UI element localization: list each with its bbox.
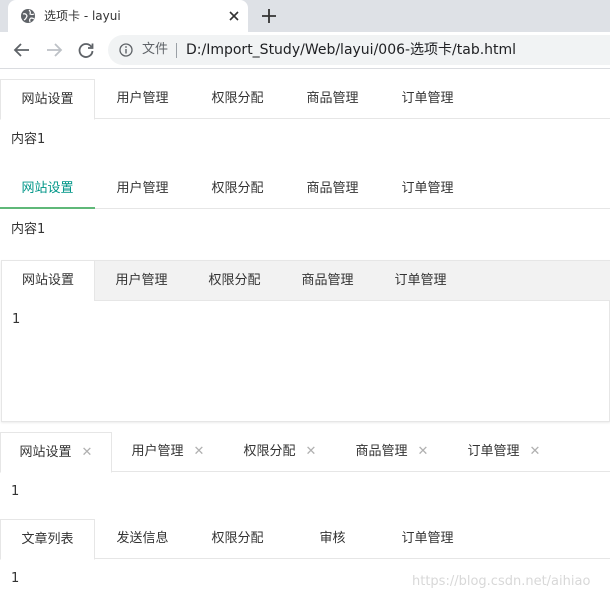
tabs-card-bar: 网站设置 用户管理 权限分配 商品管理 订单管理 (2, 261, 610, 301)
address-bar[interactable]: 文件 D:/Import_Study/Web/layui/006-选项卡/tab… (108, 35, 610, 65)
tab-default-item-3[interactable]: 商品管理 (285, 79, 380, 119)
tab-brief-item-4[interactable]: 订单管理 (380, 169, 475, 209)
tab-articles-item-4[interactable]: 订单管理 (380, 519, 475, 559)
tabs-default-bar: 网站设置 用户管理 权限分配 商品管理 订单管理 (0, 79, 610, 120)
tab-close-icon[interactable]: ✕ (530, 432, 541, 472)
tab-label: 网站设置 (19, 445, 72, 460)
tab-label: 网站设置 (21, 273, 74, 288)
tab-closable-item-2[interactable]: 权限分配 ✕ (224, 432, 336, 472)
tab-card-item-1[interactable]: 用户管理 (95, 261, 188, 301)
tab-label: 用户管理 (116, 91, 169, 106)
tab-label: 订单管理 (401, 91, 454, 106)
tab-card-item-0[interactable]: 网站设置 (2, 261, 95, 301)
browser-toolbar: 文件 D:/Import_Study/Web/layui/006-选项卡/tab… (0, 32, 610, 69)
tabs-brief-content: 内容1 (11, 222, 46, 237)
tab-card-item-2[interactable]: 权限分配 (188, 261, 281, 301)
tab-label: 订单管理 (401, 181, 454, 196)
tab-card-item-4[interactable]: 订单管理 (374, 261, 467, 301)
tab-label: 商品管理 (301, 273, 354, 288)
tab-close-icon[interactable]: ✕ (418, 432, 429, 472)
tab-label: 订单管理 (394, 273, 447, 288)
scheme-label: 文件 (142, 42, 169, 57)
back-arrow-icon[interactable] (13, 41, 31, 59)
tab-articles-item-1[interactable]: 发送信息 (95, 519, 190, 559)
tab-label: 商品管理 (306, 91, 359, 106)
tab-label: 网站设置 (21, 92, 74, 107)
tab-label: 用户管理 (115, 273, 168, 288)
tab-close-icon[interactable]: ✕ (82, 433, 93, 473)
tab-label: 权限分配 (211, 531, 264, 546)
tab-label: 权限分配 (243, 444, 296, 459)
tab-card-item-3[interactable]: 商品管理 (281, 261, 374, 301)
tabs-default-content: 内容1 (11, 132, 46, 147)
globe-icon (21, 9, 35, 23)
tab-default-item-4[interactable]: 订单管理 (380, 79, 475, 119)
tab-brief-item-0[interactable]: 网站设置 (0, 169, 95, 209)
info-icon[interactable] (119, 43, 133, 57)
tab-label: 订单管理 (467, 444, 520, 459)
tab-label: 用户管理 (131, 444, 184, 459)
browser-tab-title: 选项卡 - layui (44, 9, 121, 23)
tab-brief-item-3[interactable]: 商品管理 (285, 169, 380, 209)
tabs-card: 网站设置 用户管理 权限分配 商品管理 订单管理 1 (1, 260, 610, 422)
url-text[interactable]: D:/Import_Study/Web/layui/006-选项卡/tab.ht… (186, 41, 516, 59)
tab-default-item-2[interactable]: 权限分配 (190, 79, 285, 119)
tab-label: 商品管理 (306, 181, 359, 196)
tab-articles-item-3[interactable]: 审核 (285, 519, 380, 559)
address-separator (176, 43, 177, 58)
tab-label: 网站设置 (21, 181, 74, 196)
tabs-card-content: 1 (12, 312, 21, 327)
tab-label: 权限分配 (208, 273, 261, 288)
tabs-brief-bar: 网站设置 用户管理 权限分配 商品管理 订单管理 (0, 169, 610, 209)
tab-default-item-0[interactable]: 网站设置 (0, 79, 95, 120)
tab-closable-item-1[interactable]: 用户管理 ✕ (112, 432, 224, 472)
new-tab-icon[interactable] (260, 7, 278, 25)
tab-label: 权限分配 (211, 181, 264, 196)
tab-closable-item-0[interactable]: 网站设置 ✕ (0, 432, 112, 473)
tab-label: 用户管理 (116, 181, 169, 196)
reload-icon[interactable] (77, 41, 95, 59)
tabs-articles-content: 1 (11, 571, 20, 586)
watermark-text: https://blog.csdn.net/aihiao (412, 574, 591, 589)
tab-label: 权限分配 (211, 91, 264, 106)
tab-label: 发送信息 (116, 531, 169, 546)
tab-articles-item-2[interactable]: 权限分配 (190, 519, 285, 559)
forward-arrow-icon[interactable] (45, 41, 63, 59)
close-icon[interactable] (226, 8, 242, 24)
tab-default-item-1[interactable]: 用户管理 (95, 79, 190, 119)
tab-label: 审核 (319, 531, 346, 546)
tab-label: 文章列表 (21, 532, 74, 547)
browser-tab[interactable]: 选项卡 - layui (8, 0, 248, 32)
tab-close-icon[interactable]: ✕ (194, 432, 205, 472)
tab-label: 订单管理 (401, 531, 454, 546)
tab-label: 商品管理 (355, 444, 408, 459)
tabs-articles-bar: 文章列表 发送信息 权限分配 审核 订单管理 (0, 519, 610, 560)
tabs-closable-content: 1 (11, 484, 20, 499)
tab-closable-item-3[interactable]: 商品管理 ✕ (336, 432, 448, 472)
tab-brief-item-1[interactable]: 用户管理 (95, 169, 190, 209)
tabs-closable-bar: 网站设置 ✕ 用户管理 ✕ 权限分配 ✕ 商品管理 ✕ 订单管理 ✕ (0, 432, 610, 473)
browser-tabstrip: 选项卡 - layui (0, 0, 610, 32)
tab-closable-item-4[interactable]: 订单管理 ✕ (448, 432, 560, 472)
tab-close-icon[interactable]: ✕ (306, 432, 317, 472)
tab-brief-item-2[interactable]: 权限分配 (190, 169, 285, 209)
tab-articles-item-0[interactable]: 文章列表 (0, 519, 95, 560)
